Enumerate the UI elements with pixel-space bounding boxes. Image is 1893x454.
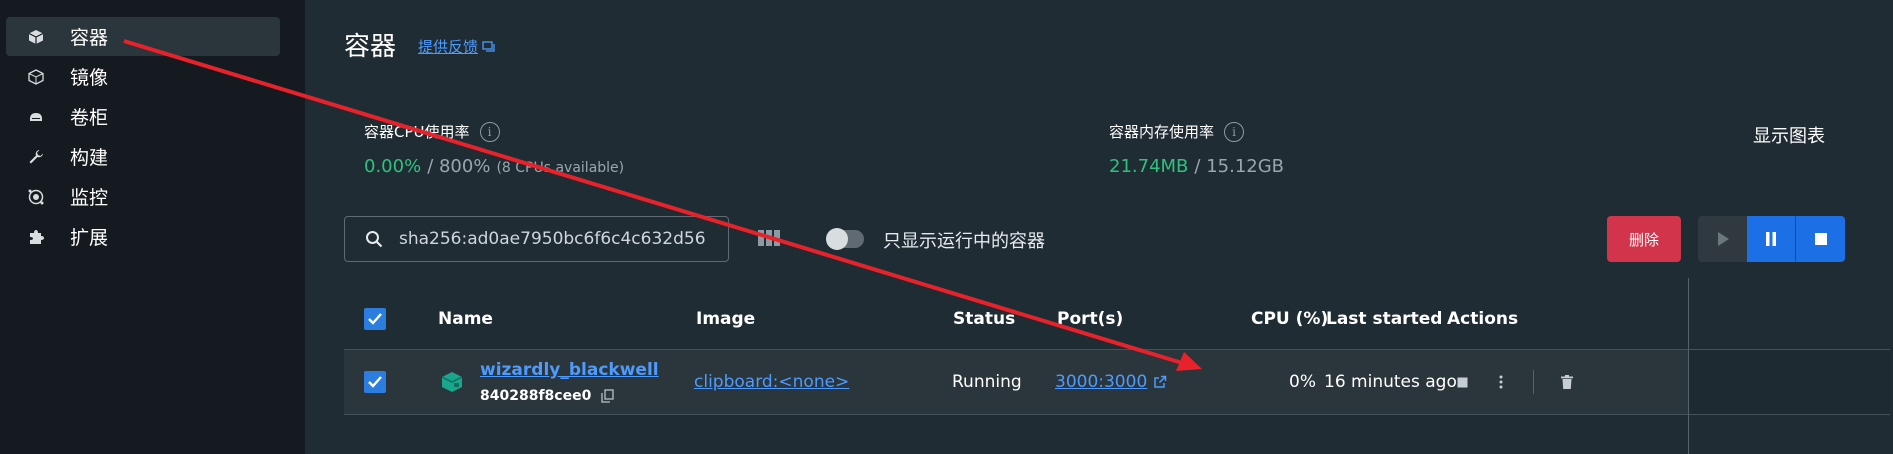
sidebar-item-label: 卷柜 [70, 107, 109, 129]
status-cell: Running [952, 372, 1022, 392]
column-header-name[interactable]: Name [438, 289, 493, 349]
container-name-cell: wizardly_blackwell 840288f8cee0 [480, 350, 659, 414]
row-divider [1533, 350, 1534, 414]
container-controls [1698, 216, 1845, 262]
containers-table: Name Image Status Port(s) CPU (%) Last s… [344, 289, 1890, 415]
last-started-cell: 16 minutes ago [1324, 372, 1457, 392]
row-delete-cell [1561, 350, 1573, 414]
sidebar-item-label: 容器 [70, 27, 109, 49]
play-icon [1717, 232, 1729, 246]
select-all-checkbox[interactable] [364, 308, 386, 330]
container-icon-cell [440, 350, 464, 414]
puzzle-icon [6, 228, 66, 246]
table-header: Name Image Status Port(s) CPU (%) Last s… [344, 289, 1890, 349]
main-content: 容器 提供反馈 容器CPU使用率 i 0.00% / 800% (8 CPUs … [305, 0, 1893, 454]
pause-button[interactable] [1747, 216, 1796, 262]
columns-icon[interactable] [757, 228, 781, 248]
copy-icon[interactable] [601, 389, 614, 403]
sidebar-item-label: 监控 [70, 187, 109, 209]
cpu-count-note: (8 CPUs available) [496, 160, 625, 176]
info-icon[interactable]: i [1224, 121, 1245, 142]
start-button[interactable] [1698, 216, 1747, 262]
ports-cell: 3000:3000 [1055, 350, 1167, 414]
column-header-actions: Actions [1447, 309, 1519, 329]
feedback-label: 提供反馈 [418, 38, 479, 56]
search-field[interactable] [344, 216, 729, 262]
stop-icon[interactable] [1457, 377, 1468, 388]
sidebar-item-images[interactable]: 镜像 [6, 57, 280, 96]
cube-icon [6, 28, 66, 46]
chat-icon [482, 41, 495, 52]
cpu-usage-title: 容器CPU使用率 [364, 123, 470, 141]
column-header-cpu[interactable]: CPU (%) [1251, 289, 1328, 349]
search-icon [366, 231, 383, 248]
column-header-ports[interactable]: Port(s) [1057, 289, 1123, 349]
sidebar-item-volumes[interactable]: 卷柜 [6, 97, 280, 136]
sidebar-item-label: 扩展 [70, 227, 109, 249]
container-id-wrap: 840288f8cee0 [480, 388, 614, 404]
row-select-cell [364, 350, 386, 414]
cpu-usage-total: / 800% [427, 156, 491, 177]
memory-usage-total: / 15.12GB [1194, 156, 1285, 177]
container-icon [441, 372, 463, 392]
column-header-image[interactable]: Image [696, 289, 755, 349]
sidebar-item-containers[interactable]: 容器 [6, 17, 280, 56]
row-menu-cell [1499, 350, 1503, 414]
image-cell: clipboard:<none> [694, 350, 849, 414]
sidebar-item-label: 镜像 [70, 67, 109, 89]
sidebar-item-builds[interactable]: 构建 [6, 137, 280, 176]
row-checkbox[interactable] [364, 371, 386, 393]
container-id: 840288f8cee0 [480, 388, 592, 404]
check-icon [368, 313, 382, 325]
sidebar-item-extensions[interactable]: 扩展 [6, 217, 280, 256]
cpu-cell: 0% [1289, 372, 1316, 392]
actions-column-separator [1688, 278, 1689, 454]
monitor-icon [6, 188, 66, 206]
layers-icon [6, 68, 66, 86]
sidebar-item-label: 构建 [70, 147, 109, 169]
check-icon [368, 376, 382, 388]
disk-icon [6, 108, 66, 126]
only-running-label: 只显示运行中的容器 [883, 231, 1045, 252]
select-all-cell [364, 289, 386, 349]
delete-button[interactable]: 删除 [1607, 216, 1681, 262]
row-stop-cell [1457, 350, 1468, 414]
toggle-knob [826, 228, 848, 250]
memory-usage-amount: 21.74MB [1109, 156, 1189, 177]
container-name-link[interactable]: wizardly_blackwell [480, 360, 659, 380]
memory-usage-label: 容器内存使用率 i [1109, 121, 1245, 142]
cpu-usage-value: 0.00% / 800% (8 CPUs available) [364, 156, 624, 177]
external-link-icon[interactable] [1153, 375, 1167, 389]
pause-icon [1766, 232, 1776, 246]
port-link[interactable]: 3000:3000 [1055, 372, 1147, 392]
cpu-usage-percent: 0.00% [364, 156, 422, 177]
trash-icon[interactable] [1561, 375, 1573, 389]
stop-button[interactable] [1796, 216, 1845, 262]
more-vertical-icon[interactable] [1499, 375, 1503, 389]
row-actions-area [1689, 350, 1890, 414]
info-icon[interactable]: i [479, 121, 500, 142]
table-row[interactable]: wizardly_blackwell 840288f8cee0 clipboar… [344, 349, 1890, 415]
column-header-status[interactable]: Status [953, 289, 1015, 349]
column-header-last-started[interactable]: Last started [1326, 289, 1442, 349]
memory-usage-title: 容器内存使用率 [1109, 123, 1215, 141]
stop-icon [1814, 233, 1827, 245]
only-running-toggle[interactable] [826, 228, 864, 250]
image-link[interactable]: clipboard:<none> [694, 372, 849, 392]
show-charts-button[interactable]: 显示图表 [1753, 122, 1825, 148]
sidebar: 容器 镜像 卷柜 构建 监控 扩展 [0, 0, 305, 454]
sidebar-item-monitoring[interactable]: 监控 [6, 177, 280, 216]
page-title: 容器 [344, 32, 397, 62]
feedback-link[interactable]: 提供反馈 [418, 36, 495, 57]
cpu-usage-label: 容器CPU使用率 i [364, 121, 500, 142]
memory-usage-value: 21.74MB / 15.12GB [1109, 156, 1284, 177]
wrench-icon [6, 148, 66, 166]
search-input[interactable] [399, 229, 719, 249]
